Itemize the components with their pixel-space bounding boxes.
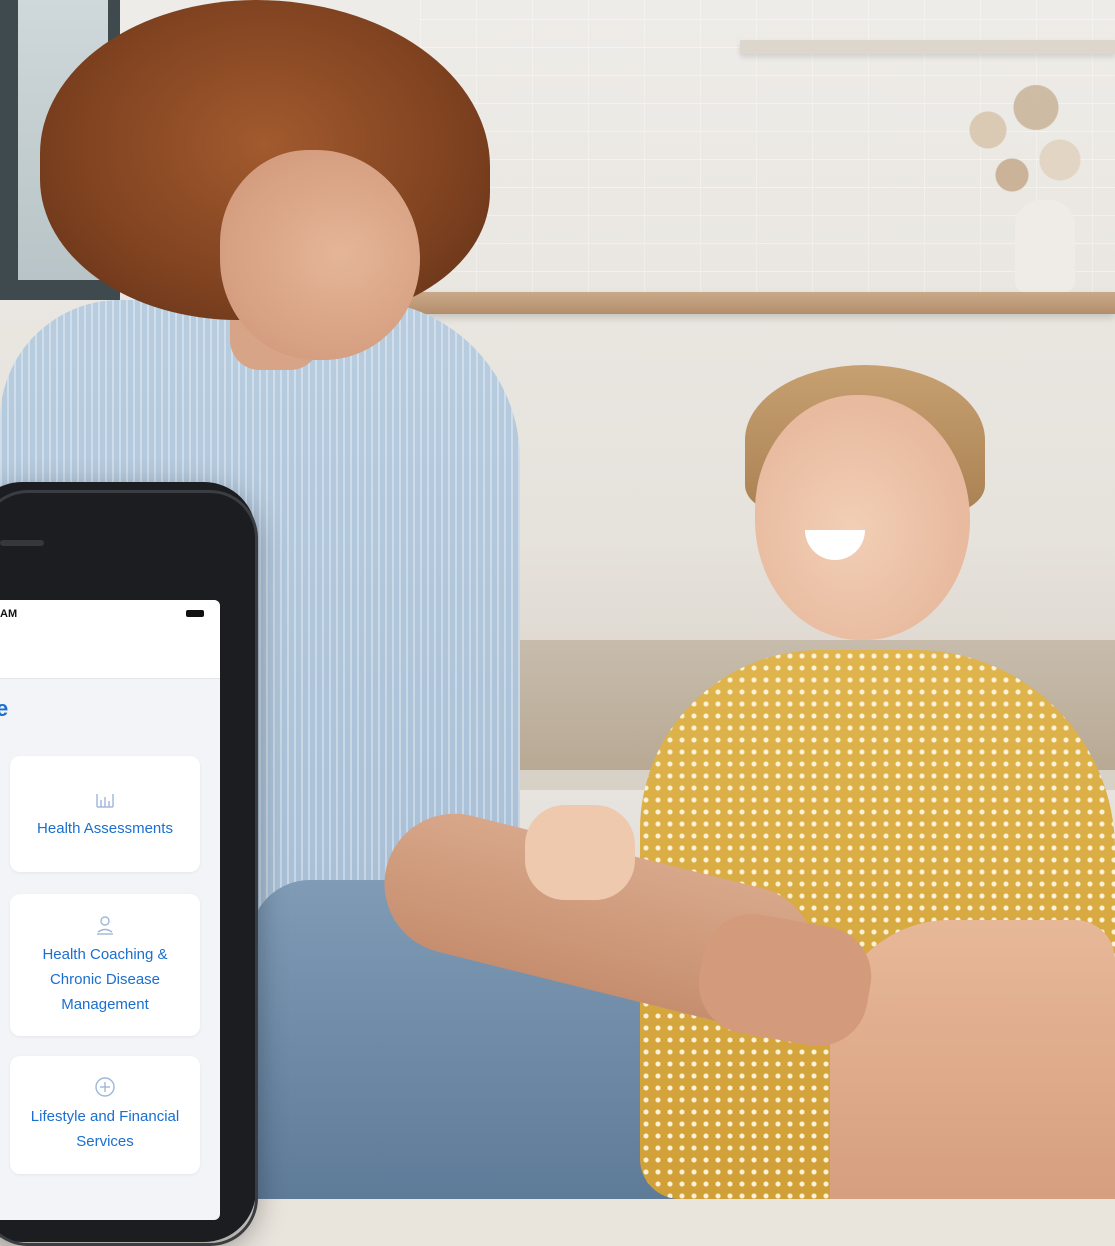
girl-hand: [525, 805, 635, 900]
tile-health-coaching[interactable]: Health Coaching & Chronic Disease Manage…: [10, 894, 200, 1036]
status-bar: AM: [0, 600, 220, 679]
tile-lifestyle-financial[interactable]: Lifestyle and Financial Services: [10, 1056, 200, 1174]
battery-icon: [186, 610, 204, 617]
upper-shelf: [740, 40, 1115, 54]
tile-label: Health Assessments: [37, 819, 173, 837]
tile-label: Lifestyle and Financial Services: [30, 1108, 180, 1150]
vase: [1015, 200, 1075, 292]
girl-leg: [830, 920, 1115, 1199]
bar-chart-icon: [96, 793, 114, 808]
status-time: AM: [0, 608, 18, 620]
tile-label: Health Coaching & Chronic Disease Manage…: [42, 945, 168, 1013]
section-title: e: [0, 696, 9, 721]
person-coaching-icon: [97, 915, 113, 935]
wooden-shelf: [380, 292, 1115, 314]
dried-flowers: [940, 70, 1100, 220]
woman-face: [220, 150, 420, 360]
phone-speaker: [0, 540, 44, 546]
girl-face: [755, 395, 970, 640]
plus-circle-icon: [95, 1077, 115, 1097]
phone-screen: AM e Health Assessments Health Coaching …: [0, 600, 220, 1220]
tile-health-assessments[interactable]: Health Assessments: [10, 756, 200, 872]
